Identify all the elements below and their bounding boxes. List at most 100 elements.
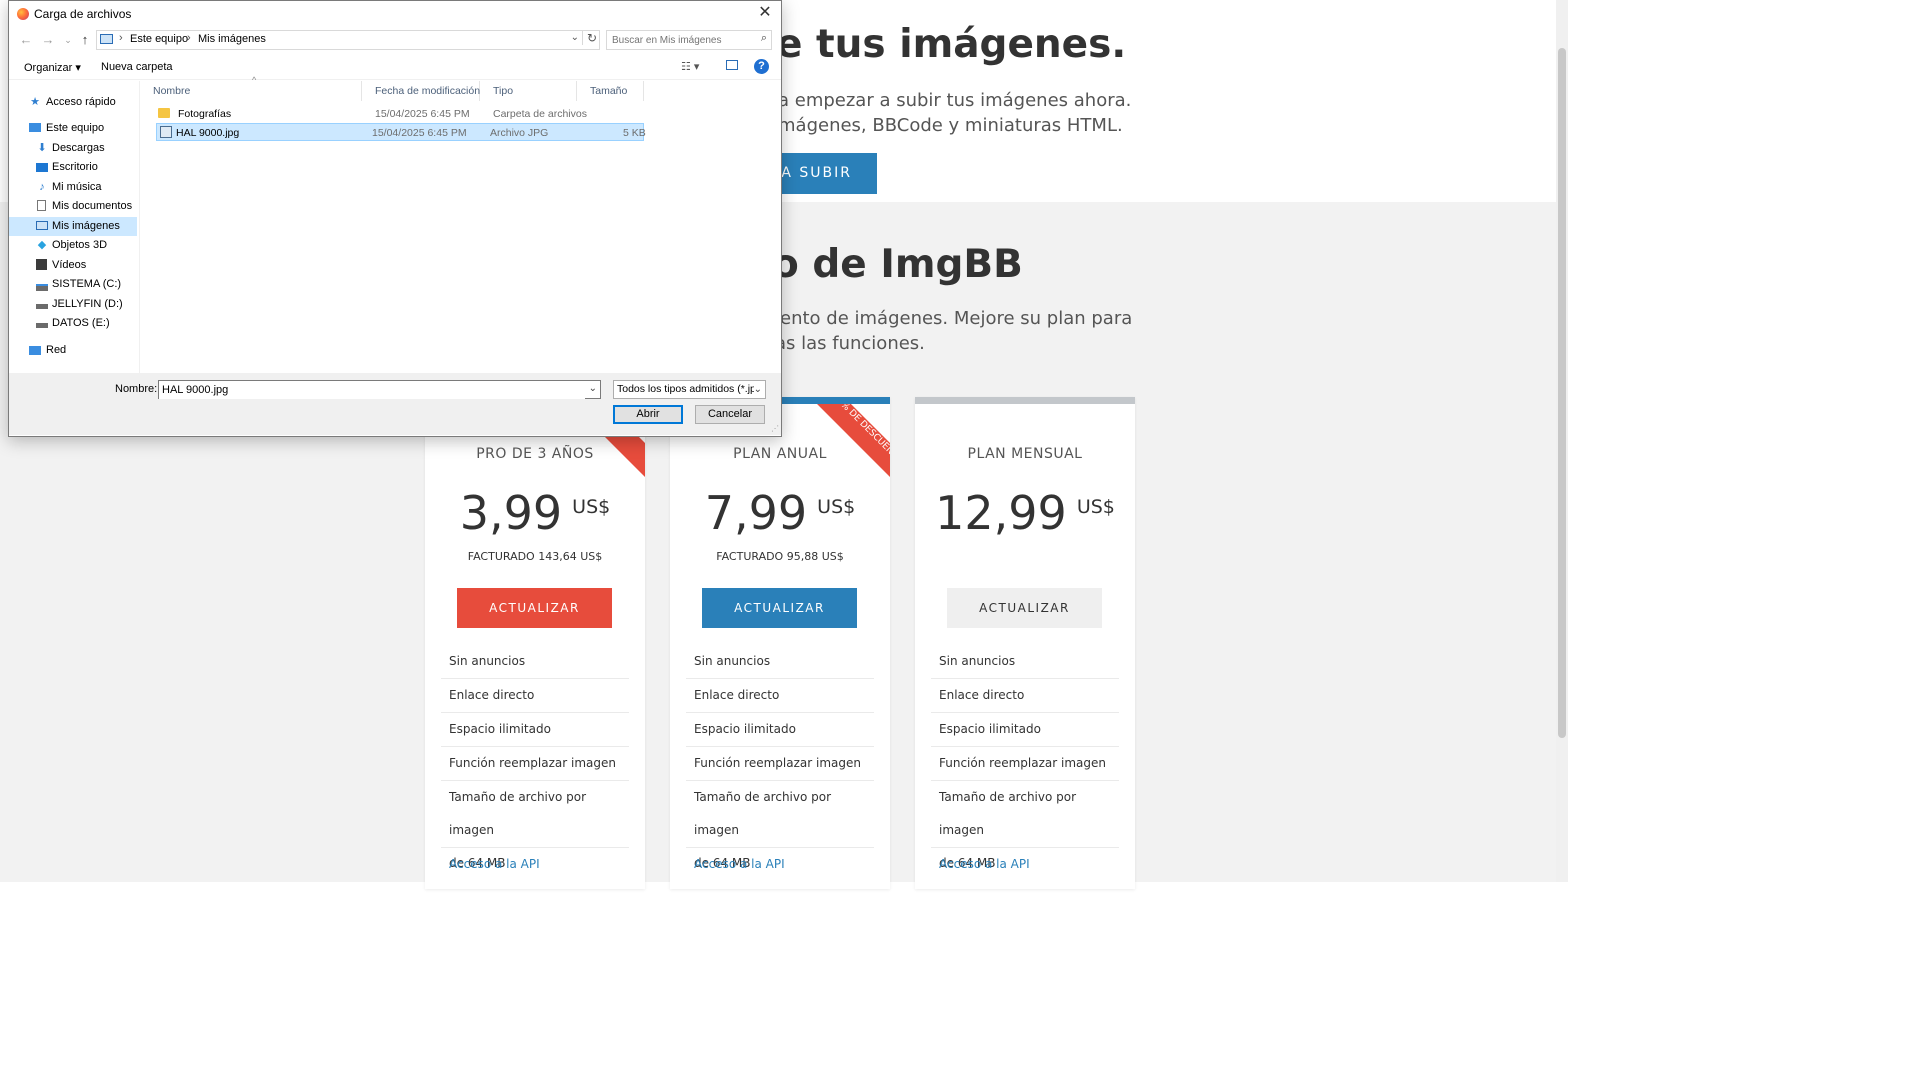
sidebar-item-label: DATOS (E:): [52, 317, 110, 329]
close-icon[interactable]: ✕: [755, 3, 775, 23]
sidebar-item-desktop[interactable]: Escritorio: [9, 158, 137, 177]
start-upload-button[interactable]: A SUBIR: [770, 153, 877, 194]
chevron-down-icon[interactable]: ⌄: [589, 383, 597, 394]
upgrade-button[interactable]: ACTUALIZAR: [702, 588, 857, 628]
start-upload-label: A SUBIR: [781, 165, 852, 181]
sidebar-item-this-pc[interactable]: Este equipo: [9, 119, 137, 138]
navigation-bar: ← → ⌄ ↑ › Este equipo › Mis imágenes ⌄ ↻…: [9, 29, 781, 51]
plan-card-monthly: PLAN MENSUAL 12,99 US$ ACTUALIZAR Sin anu…: [915, 397, 1135, 889]
filetype-select[interactable]: Todos los tipos admitidos (*.jpe ⌄: [613, 380, 766, 399]
price-amount: 3,99: [459, 486, 563, 540]
column-header-name[interactable]: Nombre: [140, 81, 362, 101]
sidebar-item-drive-e[interactable]: DATOS (E:): [9, 314, 137, 333]
search-icon: ⌕: [760, 32, 767, 44]
file-row-hal-9000[interactable]: HAL 9000.jpg 15/04/2025 6:45 PM Archivo …: [156, 123, 646, 141]
sidebar-item-downloads[interactable]: ⬇ Descargas: [9, 139, 137, 158]
sidebar-item-drive-c[interactable]: SISTEMA (C:): [9, 275, 137, 294]
page-scrollbar[interactable]: [1556, 0, 1568, 882]
up-arrow-icon[interactable]: ↑: [78, 32, 92, 48]
dialog-titlebar[interactable]: Carga de archivos ✕: [9, 1, 781, 27]
file-size: 5 KB: [623, 127, 646, 139]
scrollbar-thumb[interactable]: [1558, 48, 1566, 738]
video-icon: [36, 259, 48, 271]
filename-input[interactable]: [159, 381, 585, 399]
feature-item: Espacio ilimitado: [931, 713, 1119, 747]
computer-icon: [29, 122, 41, 134]
preview-pane-icon[interactable]: [726, 60, 738, 70]
forward-arrow-icon[interactable]: →: [41, 32, 55, 48]
hero-subtitle-line2: mágenes, BBCode y miniaturas HTML.: [778, 115, 1123, 136]
recent-locations-chevron-icon[interactable]: ⌄: [61, 32, 75, 48]
breadcrumb-this-pc[interactable]: Este equipo: [130, 33, 188, 45]
new-folder-button[interactable]: Nueva carpeta: [101, 61, 173, 73]
chevron-down-icon[interactable]: ⌄: [753, 381, 762, 398]
feature-list: Sin anuncios Enlace directo Espacio ilim…: [931, 645, 1119, 881]
feature-item: Enlace directo: [686, 679, 874, 713]
breadcrumb-pictures[interactable]: Mis imágenes: [198, 33, 266, 45]
column-header-date[interactable]: Fecha de modificación: [362, 81, 480, 101]
sidebar-item-drive-d[interactable]: JELLYFIN (D:): [9, 295, 137, 314]
billed-amount: FACTURADO 95,88 US$: [716, 550, 844, 563]
cancel-button[interactable]: Cancelar: [695, 405, 765, 424]
sidebar-item-3d-objects[interactable]: ◆ Objetos 3D: [9, 236, 137, 255]
drive-icon: [36, 278, 48, 291]
organize-button[interactable]: Organizar ▾: [24, 61, 81, 74]
feature-item: Función reemplazar imagen: [686, 747, 874, 781]
column-header-size[interactable]: Tamaño: [577, 81, 644, 101]
plan-name: PLAN MENSUAL: [967, 446, 1083, 462]
upgrade-button[interactable]: ACTUALIZAR: [947, 588, 1102, 628]
api-access-link[interactable]: Acceso a la API: [931, 848, 1119, 881]
resize-grip-icon[interactable]: ⋰: [771, 424, 779, 433]
folder-icon: [158, 108, 170, 118]
sidebar-item-label: Este equipo: [46, 122, 105, 134]
sidebar-item-music[interactable]: ♪ Mi música: [9, 178, 137, 197]
plan-price: 12,99 US$: [915, 486, 1135, 540]
feature-item: Espacio ilimitado: [686, 713, 874, 747]
back-arrow-icon[interactable]: ←: [19, 32, 33, 48]
search-input[interactable]: [607, 31, 757, 49]
file-row-fotografias[interactable]: Fotografías 15/04/2025 6:45 PM Carpeta d…: [156, 105, 644, 123]
breadcrumb-separator-icon[interactable]: ›: [119, 32, 123, 44]
search-box[interactable]: ⌕: [606, 30, 772, 50]
breadcrumb-separator-icon[interactable]: ›: [187, 32, 191, 44]
feature-item: Espacio ilimitado: [441, 713, 629, 747]
help-icon[interactable]: ?: [754, 59, 769, 74]
refresh-icon[interactable]: ↻: [581, 31, 597, 45]
sidebar-item-network[interactable]: Red: [9, 341, 137, 360]
file-date: 15/04/2025 6:45 PM: [372, 127, 467, 139]
file-upload-dialog: Carga de archivos ✕ ← → ⌄ ↑ › Este equip…: [8, 0, 782, 437]
feature-item: Enlace directo: [441, 679, 629, 713]
drive-icon: [36, 298, 48, 310]
dialog-title: Carga de archivos: [34, 7, 132, 21]
price-currency: US$: [817, 496, 856, 518]
sidebar-item-pictures[interactable]: Mis imágenes: [9, 217, 137, 236]
sidebar-item-documents[interactable]: Mis documentos: [9, 197, 137, 216]
feature-item: Función reemplazar imagen: [441, 747, 629, 781]
feature-item: Enlace directo: [931, 679, 1119, 713]
upgrade-button[interactable]: ACTUALIZAR: [457, 588, 612, 628]
download-icon: ⬇: [37, 142, 47, 154]
file-name: Fotografías: [178, 108, 232, 120]
pictures-icon: [36, 220, 48, 232]
pictures-location-icon: [100, 34, 113, 44]
open-button[interactable]: Abrir: [613, 405, 683, 424]
sidebar-item-videos[interactable]: Vídeos: [9, 256, 137, 275]
dialog-footer: Nombre: ⌄ Todos los tipos admitidos (*.j…: [9, 373, 781, 435]
command-toolbar: Organizar ▾ Nueva carpeta ☷ ▾ ?: [9, 55, 781, 80]
address-dropdown-icon[interactable]: ⌄: [571, 32, 579, 43]
discount-ribbon: 38 % DE DESCUENTO: [811, 404, 890, 483]
filename-combobox[interactable]: ⌄: [158, 380, 601, 399]
plan-card-annual: 38 % DE DESCUENTO PLAN ANUAL 7,99 US$ FAC…: [670, 397, 890, 889]
sidebar-item-label: Descargas: [52, 142, 105, 154]
file-date: 15/04/2025 6:45 PM: [375, 108, 470, 120]
sidebar-item-quick-access[interactable]: ★ Acceso rápido: [9, 93, 137, 112]
api-access-link[interactable]: Acceso a la API: [441, 848, 629, 881]
api-access-link[interactable]: Acceso a la API: [686, 848, 874, 881]
filename-label: Nombre:: [115, 383, 158, 395]
column-header-type[interactable]: Tipo: [480, 81, 577, 101]
address-bar[interactable]: › Este equipo › Mis imágenes ⌄ ↻: [96, 30, 600, 50]
feature-item: Tamaño de archivo por imagen de 64 MB: [931, 781, 1119, 870]
price-amount: 12,99: [935, 486, 1067, 540]
view-options-icon[interactable]: ☷ ▾: [681, 60, 699, 73]
feature-item: Función reemplazar imagen: [931, 747, 1119, 781]
